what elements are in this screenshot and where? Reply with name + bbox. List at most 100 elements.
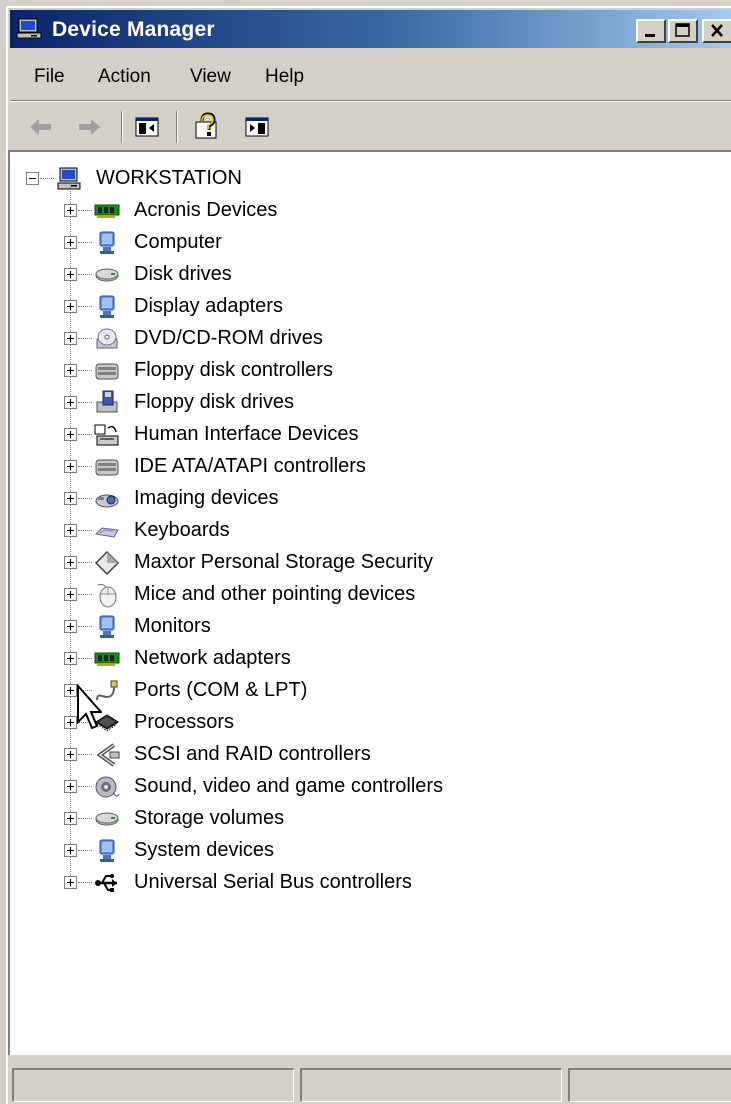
expand-icon[interactable] [64, 300, 77, 313]
tree-item[interactable]: Processors [10, 708, 710, 738]
expand-icon[interactable] [64, 428, 77, 441]
expand-icon[interactable] [64, 652, 77, 665]
expand-icon[interactable] [64, 332, 77, 345]
tree-item[interactable]: Universal Serial Bus controllers [10, 868, 710, 898]
device-tree[interactable]: WORKSTATION Acronis Devices Computer Disk … [8, 150, 731, 1055]
tree-line [78, 530, 92, 531]
computer-icon [57, 167, 81, 190]
tree-line [78, 370, 92, 371]
hid-icon [94, 424, 119, 446]
tree-item[interactable]: Monitors [10, 612, 710, 642]
status-panel-1 [12, 1068, 294, 1102]
show-hide-console-tree-icon[interactable] [132, 112, 162, 142]
tree-item[interactable]: DVD/CD-ROM drives [10, 324, 710, 354]
expand-icon[interactable] [64, 460, 77, 473]
expand-icon[interactable] [64, 588, 77, 601]
tree-item-label: Monitors [134, 615, 211, 637]
expand-icon[interactable] [64, 236, 77, 249]
expand-icon[interactable] [64, 268, 77, 281]
maximize-icon [675, 23, 690, 37]
tree-item[interactable]: IDE ATA/ATAPI controllers [10, 452, 710, 482]
device-manager-icon [16, 18, 42, 39]
expand-icon[interactable] [64, 812, 77, 825]
tree-item[interactable]: Imaging devices [10, 484, 710, 514]
forward-arrow-icon[interactable] [74, 112, 104, 142]
tree-line [78, 242, 92, 243]
minimize-icon [645, 34, 655, 37]
expand-icon[interactable] [64, 492, 77, 505]
window-title: Device Manager [52, 18, 215, 41]
tree-line [78, 306, 92, 307]
camera-icon [95, 494, 119, 508]
expand-icon[interactable] [64, 556, 77, 569]
tree-line [78, 274, 92, 275]
tree-item[interactable]: Acronis Devices [10, 196, 710, 226]
expand-icon[interactable] [64, 620, 77, 633]
expand-icon[interactable] [64, 844, 77, 857]
tree-item[interactable]: Floppy disk drives [10, 388, 710, 418]
expand-icon[interactable] [64, 396, 77, 409]
expand-icon[interactable] [64, 204, 77, 217]
tree-line [78, 882, 92, 883]
floppy-drive-icon [96, 390, 118, 413]
mouse-cursor-icon [77, 684, 102, 730]
menu-view[interactable]: View [190, 66, 231, 88]
tree-item[interactable]: Keyboards [10, 516, 710, 546]
help-icon[interactable] [192, 112, 222, 142]
tree-line [78, 818, 92, 819]
tree-root[interactable]: WORKSTATION [10, 164, 710, 194]
tree-item-label: Computer [134, 231, 222, 253]
tree-item[interactable]: Storage volumes [10, 804, 710, 834]
back-arrow-icon[interactable] [26, 112, 56, 142]
maximize-button[interactable] [668, 19, 698, 43]
tree-item-label: Sound, video and game controllers [134, 775, 444, 797]
tree-item[interactable]: System devices [10, 836, 710, 866]
tree-line [78, 626, 92, 627]
toolbar [10, 103, 731, 151]
title-bar[interactable]: Device Manager [10, 10, 731, 48]
tree-line [78, 466, 92, 467]
expand-icon[interactable] [64, 748, 77, 761]
tree-line [78, 850, 92, 851]
tree-item[interactable]: Human Interface Devices [10, 420, 710, 450]
minimize-button[interactable] [636, 19, 666, 43]
tree-item[interactable]: Mice and other pointing devices [10, 580, 710, 610]
tree-item-label: Display adapters [134, 295, 283, 317]
controller-icon [95, 459, 119, 476]
tree-item-label: Floppy disk controllers [134, 359, 333, 381]
tree-line [78, 594, 92, 595]
tree-item[interactable]: Network adapters [10, 644, 710, 674]
tree-line [78, 658, 92, 659]
expand-icon[interactable] [64, 524, 77, 537]
menu-action[interactable]: Action [98, 66, 151, 88]
tree-item[interactable]: Sound, video and game controllers [10, 772, 710, 802]
collapse-icon[interactable] [26, 172, 39, 185]
show-hide-action-pane-icon[interactable] [242, 112, 272, 142]
expand-icon[interactable] [64, 876, 77, 889]
usb-icon [95, 874, 117, 892]
tree-item[interactable]: Maxtor Personal Storage Security [10, 548, 710, 578]
tree-item-label: System devices [134, 839, 275, 861]
tree-item[interactable]: Computer [10, 228, 710, 258]
tree-item-label: Ports (COM & LPT) [134, 679, 308, 701]
tree-item[interactable]: Ports (COM & LPT) [10, 676, 710, 706]
circuit-board-icon [94, 204, 120, 218]
tree-item[interactable]: Floppy disk controllers [10, 356, 710, 386]
menu-bar: File Action View Help [10, 52, 731, 98]
close-button[interactable] [702, 19, 731, 43]
menu-file[interactable]: File [34, 66, 65, 88]
expand-icon[interactable] [64, 364, 77, 377]
speaker-icon [95, 776, 120, 798]
tree-item-label: Human Interface Devices [134, 423, 359, 445]
tree-item[interactable]: Display adapters [10, 292, 710, 322]
cd-drive-icon [96, 328, 118, 349]
tree-item[interactable]: Disk drives [10, 260, 710, 290]
circuit-board-icon [94, 652, 120, 666]
expand-icon[interactable] [64, 780, 77, 793]
tree-item[interactable]: SCSI and RAID controllers [10, 740, 710, 770]
monitor-icon [99, 295, 115, 318]
tree-line [78, 434, 92, 435]
scsi-icon [96, 743, 120, 767]
tree-item-label: Network adapters [134, 647, 291, 669]
menu-help[interactable]: Help [265, 66, 304, 88]
